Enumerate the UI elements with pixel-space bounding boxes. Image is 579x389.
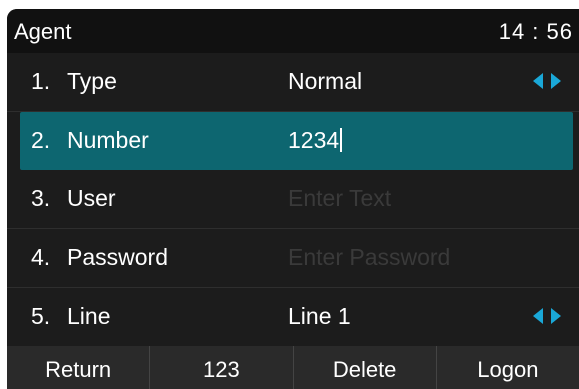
number-input-value: 1234 xyxy=(288,127,340,153)
number-input[interactable]: 1234 xyxy=(288,127,343,154)
row-type[interactable]: 1. Type Normal xyxy=(7,53,579,112)
title-bar: Agent 14 : 56 xyxy=(7,9,579,53)
left-right-arrows-icon[interactable] xyxy=(533,71,561,91)
clock: 14 : 56 xyxy=(498,19,573,44)
row-number: 3. xyxy=(31,185,51,211)
row-password[interactable]: 4. Password Enter Password xyxy=(7,229,579,288)
password-input[interactable]: Enter Password xyxy=(288,244,450,271)
type-select-value[interactable]: Normal xyxy=(288,68,362,95)
return-button[interactable]: Return xyxy=(7,346,151,389)
input-mode-button[interactable]: 123 xyxy=(150,346,294,389)
logon-button[interactable]: Logon xyxy=(437,346,579,389)
page-title: Agent xyxy=(14,19,72,44)
left-right-arrows-icon[interactable] xyxy=(533,306,561,326)
phone-screen: Agent 14 : 56 1. Type Normal 2. Number 1… xyxy=(7,9,579,389)
row-label-line: Line xyxy=(67,303,111,329)
row-number: 2. xyxy=(31,127,51,153)
line-select-value[interactable]: Line 1 xyxy=(288,303,351,330)
row-label-user: User xyxy=(67,185,116,211)
softkey-bar: Return 123 Delete Logon xyxy=(7,346,579,389)
user-input[interactable]: Enter Text xyxy=(288,185,391,212)
row-line[interactable]: 5. Line Line 1 xyxy=(7,288,579,347)
row-label-password: Password xyxy=(67,244,168,270)
row-number: 4. xyxy=(31,244,51,270)
row-number: 5. xyxy=(31,303,51,329)
row-number: 1. xyxy=(31,68,51,94)
row-user[interactable]: 3. User Enter Text xyxy=(7,170,579,229)
row-number-field[interactable]: 2. Number 1234 xyxy=(20,112,573,170)
text-cursor xyxy=(340,128,343,152)
agent-form: 1. Type Normal 2. Number 1234 3. User En… xyxy=(7,53,579,347)
delete-button[interactable]: Delete xyxy=(294,346,437,389)
row-label-type: Type xyxy=(67,68,117,94)
row-label-number: Number xyxy=(67,127,149,153)
